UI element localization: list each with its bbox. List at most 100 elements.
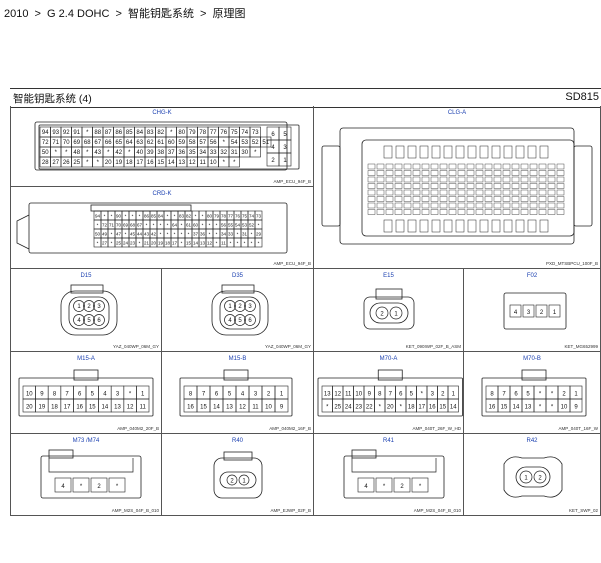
pin-label: 73 (256, 213, 262, 218)
pin-cell (412, 196, 421, 202)
pin-cell (367, 202, 376, 209)
pin-label: 1 (141, 391, 145, 397)
pin-label: 9 (574, 404, 578, 410)
pin-cell (448, 183, 457, 189)
pin-label: 2 (238, 304, 242, 310)
pin-label: * (258, 222, 260, 227)
pin-cell (511, 176, 520, 183)
pin-cell (479, 219, 489, 233)
pin-label: * (116, 484, 119, 490)
pin-cell (515, 219, 525, 233)
connector-part-number: KET_090IWP_02F_B_ASM (405, 344, 461, 349)
pin-cell (493, 196, 502, 202)
pin-label: 5 (91, 391, 95, 397)
pin-cell (511, 209, 520, 215)
pin-cell (412, 176, 421, 183)
pin-label: 69 (73, 140, 80, 146)
pin-label: * (419, 484, 422, 490)
pin-label: 15 (186, 240, 192, 245)
connector-part-number: AMP_EJWP_02F_B (270, 508, 311, 513)
pin-cell (502, 176, 511, 183)
pin-label: 8 (378, 391, 382, 397)
pin-cell (430, 209, 439, 215)
pin-label: 27 (102, 240, 108, 245)
pin-label: * (181, 240, 183, 245)
pin-label: 6 (271, 132, 275, 138)
pin-label: 2 (271, 158, 275, 164)
pin-cell (547, 176, 556, 183)
pin-label: 54 (235, 222, 241, 227)
pin-label: 58 (189, 140, 196, 146)
pin-cell (520, 209, 529, 215)
connector-diagram-m15-b: 8 7 6 5 4 3 2 1 16 15 14 13 12 11 10 9 (179, 369, 293, 417)
pin-cell (502, 202, 511, 209)
connector-diagram-d15: 1 2 3 4 5 6 (60, 284, 118, 336)
pin-label: 83 (179, 213, 185, 218)
pin-label: 6 (78, 391, 82, 397)
pin-label: 5 (410, 391, 414, 397)
pin-cell (538, 209, 547, 215)
pin-cell (493, 176, 502, 183)
pin-label: 94 (95, 213, 101, 218)
pin-label: 14 (168, 160, 175, 166)
connector-panel-clg-a: CLG-A PXD_MTSBPCU_100F_B (314, 106, 601, 269)
pin-label: 23 (355, 404, 362, 410)
diagram-title: 智能钥匙系统 (4) (13, 93, 92, 105)
breadcrumb-system[interactable]: 智能钥匙系统 (128, 8, 194, 20)
pin-label: 80 (178, 130, 185, 136)
pin-label: 12 (239, 404, 246, 410)
pin-label: 34 (221, 231, 227, 236)
pin-cell (457, 196, 466, 202)
pin-label: 6 (97, 318, 101, 324)
pin-cell (457, 209, 466, 215)
pin-label: * (55, 150, 58, 156)
pin-cell (439, 209, 448, 215)
pin-cell (502, 189, 511, 196)
pin-cell (395, 145, 405, 159)
pin-cell (479, 145, 489, 159)
pin-label: 9 (280, 404, 284, 410)
pin-label: 18 (165, 240, 171, 245)
pin-label: 2 (230, 479, 234, 485)
pin-label: 64 (126, 140, 133, 146)
connector-panel-m15-a: M15-A 10 9 8 7 6 5 4 3 * 1 20 19 18 17 16 15 14 13 12 11 AM… (10, 352, 162, 434)
pin-label: 91 (73, 130, 80, 136)
pin-label: 31 (242, 231, 248, 236)
pin-label: 43 (144, 231, 150, 236)
pin-cell (466, 209, 475, 215)
pin-cell (538, 163, 547, 170)
pin-label: 2 (540, 310, 544, 316)
pin-label: 10 (561, 404, 568, 410)
pin-cell (430, 196, 439, 202)
connector-key (223, 451, 253, 461)
pin-label: * (209, 222, 211, 227)
breadcrumb-engine[interactable]: G 2.4 DOHC (47, 8, 109, 20)
pin-cell (502, 183, 511, 189)
pin-cell (529, 163, 538, 170)
pin-cell (394, 196, 403, 202)
pin-label: 2 (400, 484, 404, 490)
pin-label: 77 (228, 213, 234, 218)
pin-label: 35 (189, 150, 196, 156)
pin-label: * (551, 404, 554, 410)
pin-cell (547, 183, 556, 189)
pin-label: 16 (147, 160, 154, 166)
pin-label: 34 (199, 150, 206, 156)
pin-cell (376, 189, 385, 196)
pin-cell (475, 170, 484, 176)
pin-label: 22 (366, 404, 373, 410)
pin-label: 6 (399, 391, 403, 397)
pin-label: 84 (136, 130, 143, 136)
pin-label: 3 (254, 391, 258, 397)
pin-cell (457, 189, 466, 196)
pin-cell (503, 145, 513, 159)
pin-label: 75 (242, 213, 248, 218)
pin-label: 80 (207, 213, 213, 218)
pin-cell (412, 163, 421, 170)
breadcrumb-year[interactable]: 2010 (4, 8, 28, 20)
pin-label: 2 (267, 391, 271, 397)
pin-cell (376, 176, 385, 183)
pin-label: 6 (248, 318, 252, 324)
pin-cell (439, 196, 448, 202)
pin-label: 16 (187, 404, 194, 410)
